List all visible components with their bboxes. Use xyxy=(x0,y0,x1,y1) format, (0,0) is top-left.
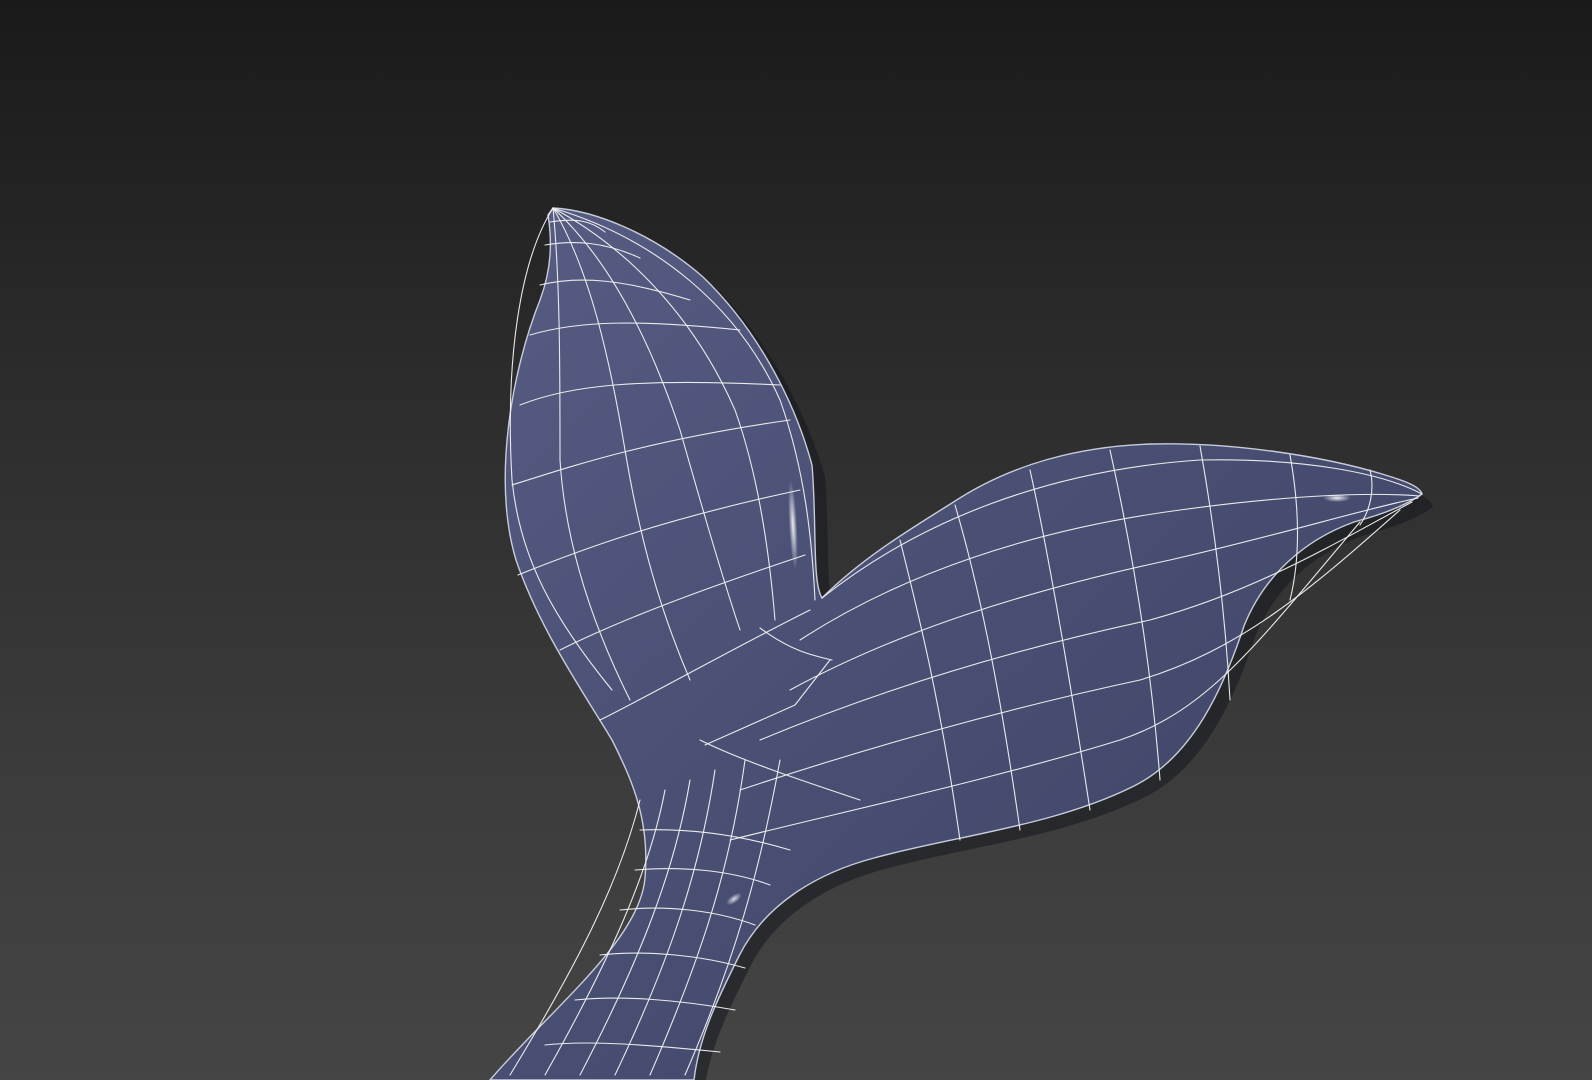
mermaid-tail-mesh[interactable] xyxy=(489,207,1423,1080)
3d-viewport[interactable] xyxy=(0,0,1592,1080)
specular-highlight-right xyxy=(1323,494,1351,502)
viewport-canvas[interactable] xyxy=(0,0,1592,1080)
